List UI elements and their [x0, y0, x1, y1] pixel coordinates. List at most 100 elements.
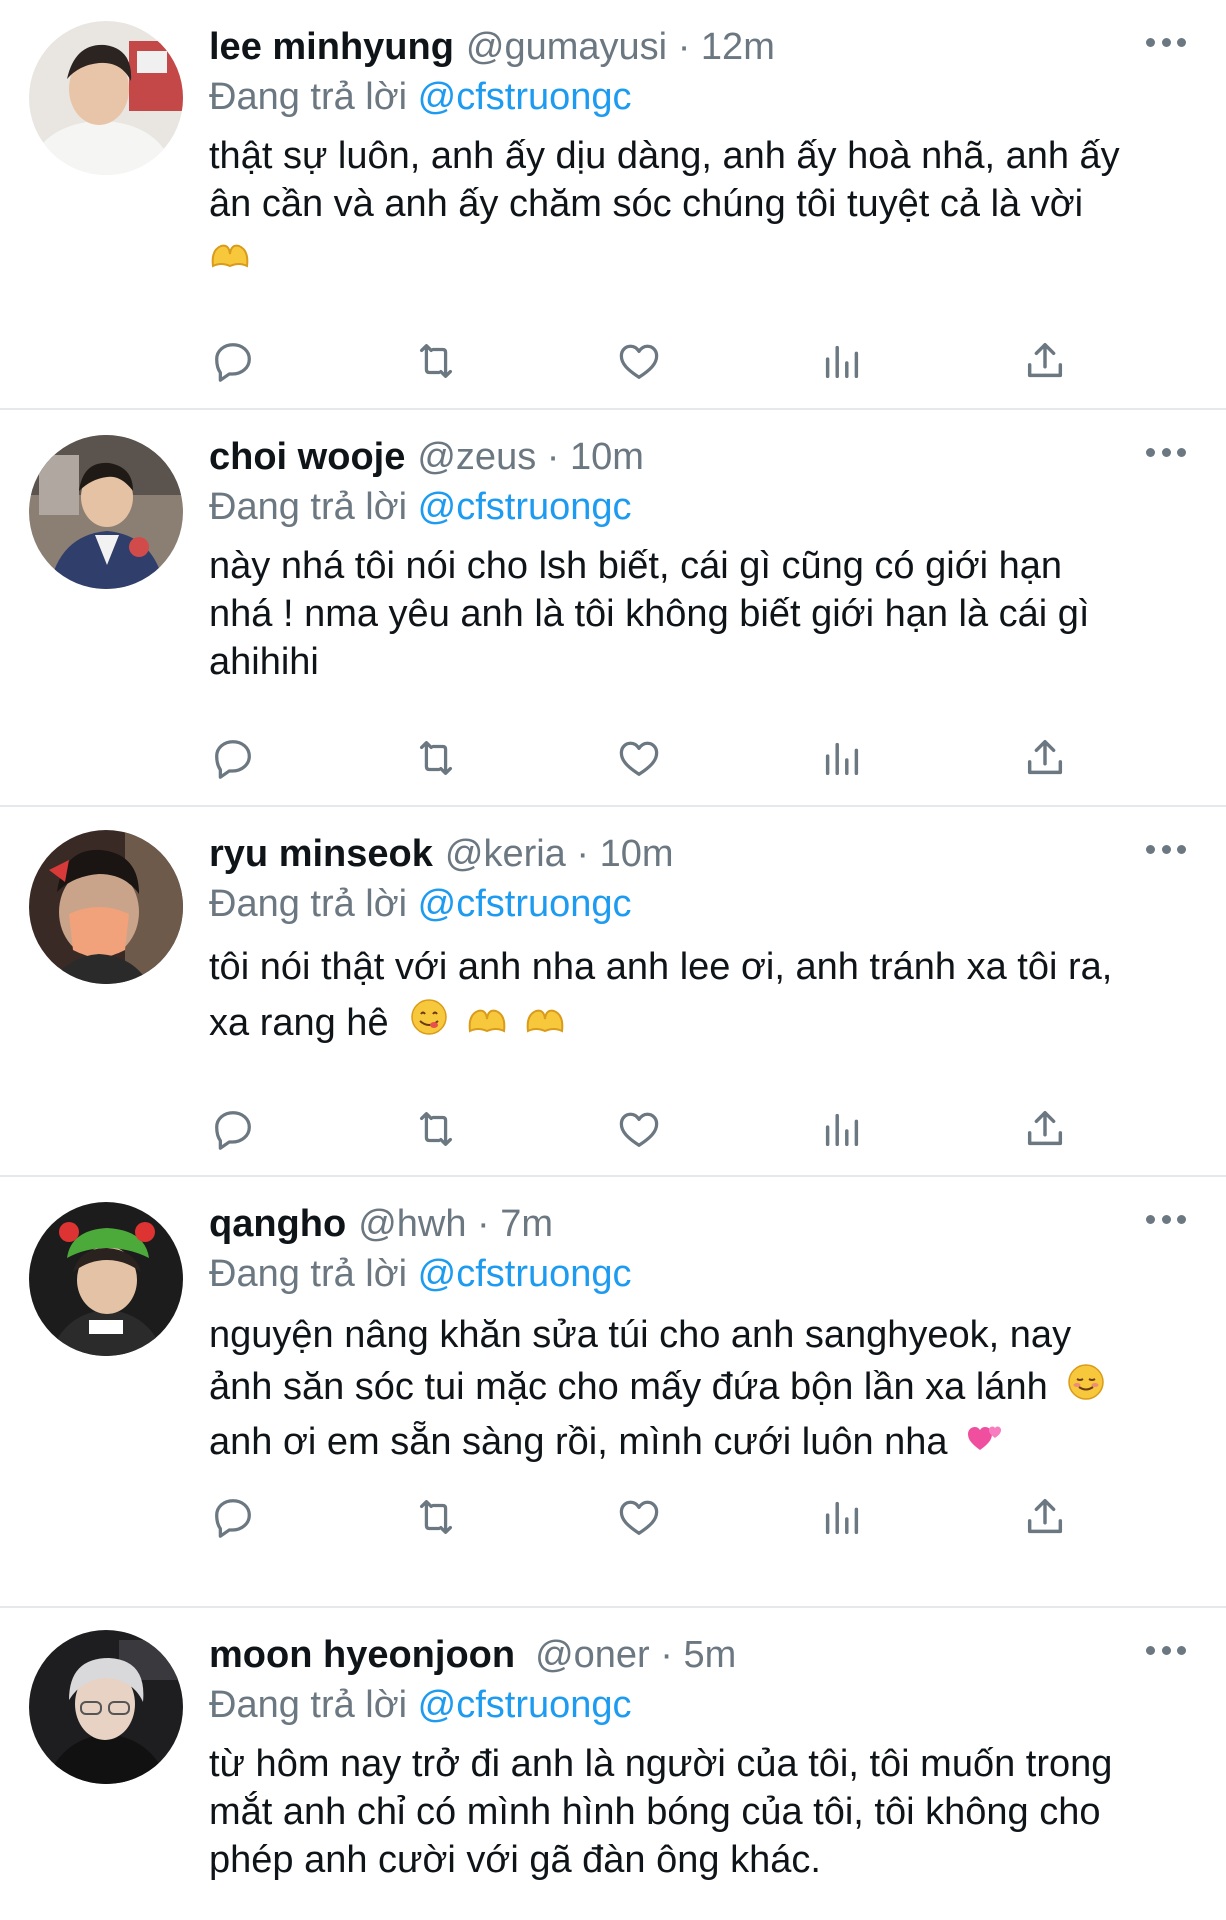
share-icon[interactable] — [1021, 337, 1069, 385]
replying-label: Đang trả lời — [209, 1253, 408, 1295]
share-icon[interactable] — [1021, 734, 1069, 782]
smiling-face-emoji-icon — [1066, 1362, 1106, 1416]
tweet[interactable]: choi wooje @zeus · 10m Đang trả lời @cfs… — [0, 410, 1226, 807]
avatar[interactable] — [29, 435, 183, 589]
reply-icon[interactable] — [209, 1105, 257, 1153]
replying-label: Đang trả lời — [209, 883, 408, 925]
more-icon[interactable] — [1146, 38, 1186, 50]
like-icon[interactable] — [615, 1105, 663, 1153]
avatar[interactable] — [29, 1630, 183, 1784]
yum-face-emoji-icon — [409, 997, 449, 1053]
handle[interactable]: @gumayusi — [466, 22, 667, 72]
text-line: nhá ! nma yêu anh là tôi không biết giới… — [209, 593, 1090, 635]
text-line: ảnh săn sóc tui mặc cho mấy đứa bộn lần … — [209, 1366, 1048, 1408]
two-hearts-emoji-icon — [966, 1418, 1006, 1470]
display-name[interactable]: qangho — [209, 1199, 346, 1249]
share-icon[interactable] — [1021, 1493, 1069, 1541]
heart-hands-emoji-icon — [209, 236, 251, 284]
reply-feed: lee minhyung @gumayusi · 12m Đang trả lờ… — [0, 0, 1226, 1920]
mention-link[interactable]: @cfstruongc — [418, 1253, 632, 1295]
text-line: nguyện nâng khăn sửa túi cho anh sanghye… — [209, 1314, 1072, 1356]
reply-context: Đang trả lời @cfstruongc — [209, 482, 1186, 532]
avatar-image — [29, 435, 183, 589]
tweet[interactable]: ryu minseok @keria · 10m Đang trả lời @c… — [0, 807, 1226, 1177]
avatar[interactable] — [29, 830, 183, 984]
retweet-icon[interactable] — [412, 337, 460, 385]
avatar-image — [29, 21, 183, 175]
replying-label: Đang trả lời — [209, 1684, 408, 1726]
reply-icon[interactable] — [209, 1493, 257, 1541]
views-icon[interactable] — [818, 337, 866, 385]
mention-link[interactable]: @cfstruongc — [418, 883, 632, 925]
text-line: thật sự luôn, anh ấy dịu dàng, anh ấy ho… — [209, 135, 1120, 177]
more-icon[interactable] — [1146, 448, 1186, 460]
replying-label: Đang trả lời — [209, 76, 408, 118]
action-bar — [209, 1489, 1069, 1545]
timestamp[interactable]: 12m — [701, 22, 775, 72]
tweet[interactable]: qangho @hwh · 7m Đang trả lời @cfstruong… — [0, 1177, 1226, 1608]
separator-dot: · — [466, 1203, 501, 1245]
more-icon[interactable] — [1146, 1215, 1186, 1227]
tweet-text: thật sự luôn, anh ấy dịu dàng, anh ấy ho… — [209, 132, 1186, 284]
separator-dot: · — [565, 833, 600, 875]
display-name[interactable]: lee minhyung — [209, 22, 454, 72]
tweet-text: từ hôm nay trở đi anh là người của tôi, … — [209, 1740, 1186, 1884]
views-icon[interactable] — [818, 1105, 866, 1153]
text-line: xa rang hê — [209, 1002, 389, 1044]
retweet-icon[interactable] — [412, 1105, 460, 1153]
tweet-text: nguyện nâng khăn sửa túi cho anh sanghye… — [209, 1309, 1186, 1470]
action-bar — [209, 730, 1069, 786]
like-icon[interactable] — [615, 337, 663, 385]
display-name[interactable]: choi wooje — [209, 432, 405, 482]
tweet-text: tôi nói thật với anh nha anh lee ơi, anh… — [209, 939, 1186, 1053]
separator-dot: · — [667, 26, 701, 68]
timestamp[interactable]: 10m — [600, 829, 674, 879]
timestamp[interactable]: 10m — [570, 432, 644, 482]
reply-context: Đang trả lời @cfstruongc — [209, 1249, 1186, 1299]
tweet[interactable]: moon hyeonjoon @oner · 5m Đang trả lời @… — [0, 1608, 1226, 1920]
reply-context: Đang trả lời @cfstruongc — [209, 1680, 1186, 1730]
display-name[interactable]: ryu minseok — [209, 829, 433, 879]
handle[interactable]: @keria — [445, 829, 566, 879]
heart-hands-emoji-icon — [466, 997, 508, 1053]
mention-link[interactable]: @cfstruongc — [418, 486, 632, 528]
heart-hands-emoji-icon — [524, 997, 566, 1053]
text-line: mắt anh chỉ có mình hình bóng của tôi, t… — [209, 1791, 1101, 1833]
reply-icon[interactable] — [209, 734, 257, 782]
more-icon[interactable] — [1146, 845, 1186, 857]
avatar-image — [29, 1630, 183, 1784]
text-line: tôi nói thật với anh nha anh lee ơi, anh… — [209, 946, 1113, 988]
retweet-icon[interactable] — [412, 1493, 460, 1541]
text-line: này nhá tôi nói cho lsh biết, cái gì cũn… — [209, 545, 1063, 587]
avatar-image — [29, 830, 183, 984]
avatar[interactable] — [29, 21, 183, 175]
action-bar — [209, 333, 1069, 389]
action-bar — [209, 1101, 1069, 1157]
avatar[interactable] — [29, 1202, 183, 1356]
avatar-image — [29, 1202, 183, 1356]
mention-link[interactable]: @cfstruongc — [418, 76, 632, 118]
handle[interactable]: @zeus — [417, 432, 536, 482]
share-icon[interactable] — [1021, 1105, 1069, 1153]
retweet-icon[interactable] — [412, 734, 460, 782]
views-icon[interactable] — [818, 1493, 866, 1541]
replying-label: Đang trả lời — [209, 486, 408, 528]
text-line: ahihihi — [209, 641, 319, 683]
handle[interactable]: @hwh — [358, 1199, 466, 1249]
tweet-text: này nhá tôi nói cho lsh biết, cái gì cũn… — [209, 542, 1186, 686]
reply-icon[interactable] — [209, 337, 257, 385]
text-line: anh ơi em sẵn sàng rồi, mình cưới luôn n… — [209, 1420, 948, 1463]
text-line: từ hôm nay trở đi anh là người của tôi, … — [209, 1743, 1113, 1785]
timestamp[interactable]: 5m — [684, 1630, 737, 1680]
mention-link[interactable]: @cfstruongc — [418, 1684, 632, 1726]
reply-context: Đang trả lời @cfstruongc — [209, 879, 1186, 929]
timestamp[interactable]: 7m — [500, 1199, 553, 1249]
reply-context: Đang trả lời @cfstruongc — [209, 72, 1186, 122]
views-icon[interactable] — [818, 734, 866, 782]
like-icon[interactable] — [615, 1493, 663, 1541]
display-name[interactable]: moon hyeonjoon — [209, 1630, 515, 1680]
tweet[interactable]: lee minhyung @gumayusi · 12m Đang trả lờ… — [0, 0, 1226, 410]
handle[interactable]: @oner — [535, 1630, 650, 1680]
like-icon[interactable] — [615, 734, 663, 782]
more-icon[interactable] — [1146, 1646, 1186, 1658]
